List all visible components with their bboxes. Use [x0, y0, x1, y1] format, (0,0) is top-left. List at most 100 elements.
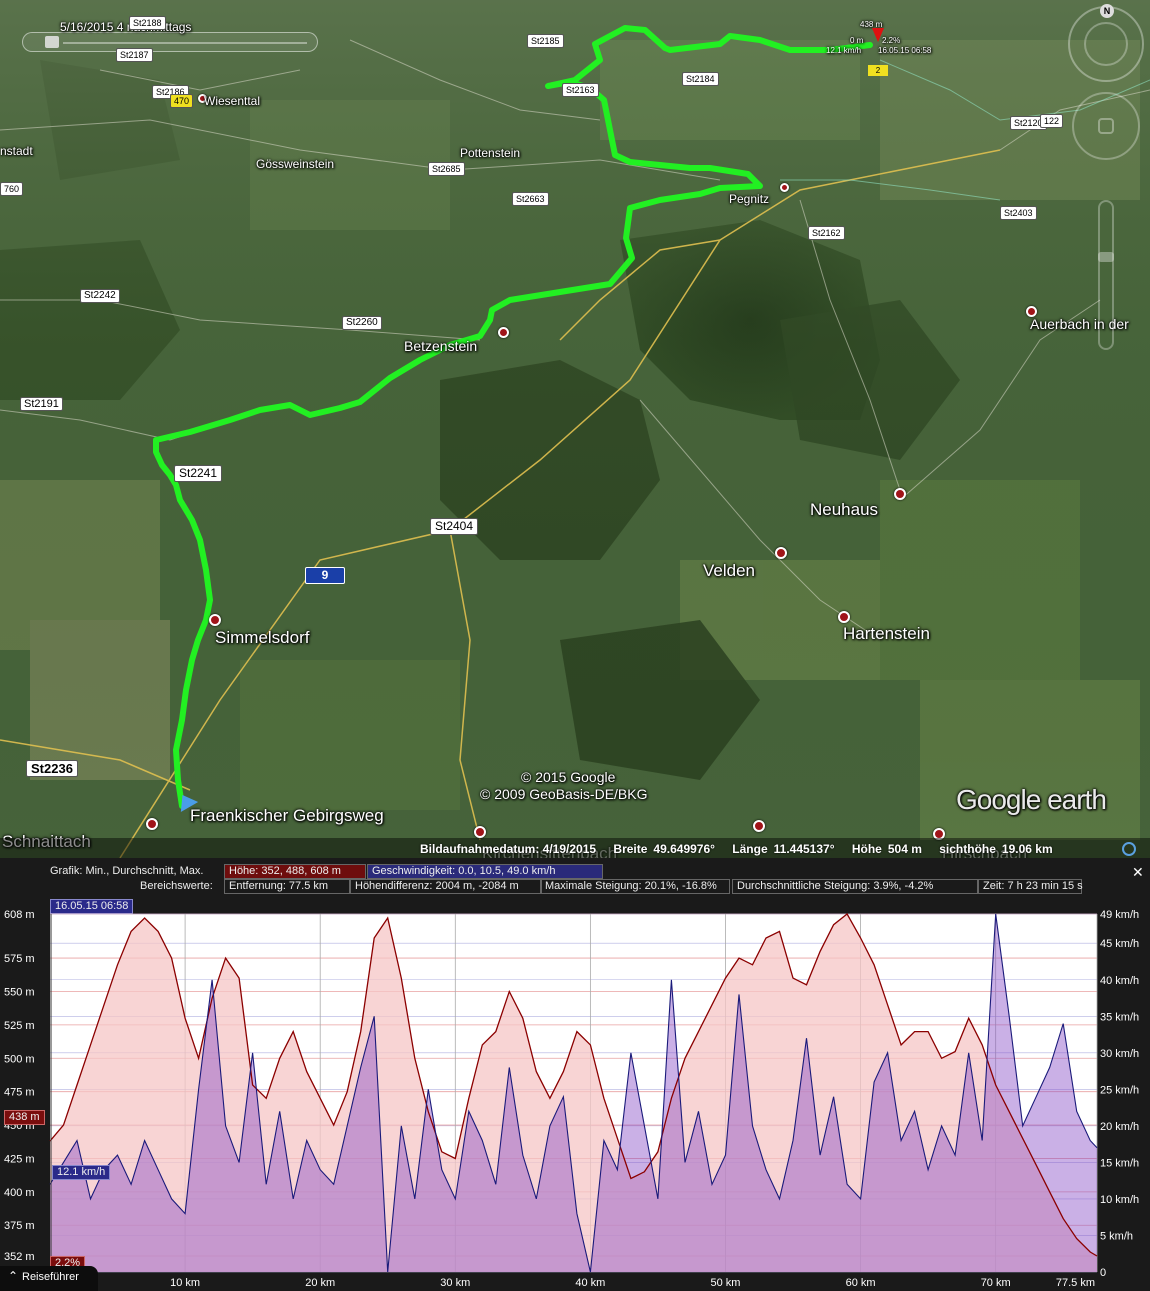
y-right-tick-label: 45 km/h — [1100, 938, 1139, 950]
look-control[interactable] — [1072, 92, 1140, 160]
y-left-tick-label: 352 m — [4, 1251, 35, 1263]
zoom-slider[interactable] — [1098, 200, 1114, 350]
google-earth-logo: Google earth — [956, 784, 1107, 815]
road-shield: St2241 — [174, 465, 223, 482]
place-label: Neuhaus — [810, 500, 879, 519]
y-right-tick-label: 35 km/h — [1100, 1011, 1139, 1023]
map-view[interactable]: 5/16/2015 4 nachmittags St2188 St2187 St… — [0, 0, 1150, 858]
place-label: Velden — [703, 561, 755, 580]
x-tick-label: 20 km — [305, 1277, 335, 1289]
status-text: Bildaufnahmedatum: 4/19/2015 Breite 49.64… — [420, 842, 1067, 856]
terrain-layer — [0, 0, 1150, 858]
height-label: Höhe — [851, 842, 882, 856]
town-pin[interactable] — [209, 614, 221, 626]
y-left-tick-label: 525 m — [4, 1020, 35, 1032]
town-pin[interactable] — [838, 611, 850, 623]
cursor-distance: 0 m — [850, 36, 864, 45]
y-right-tick-label: 15 km/h — [1100, 1157, 1139, 1169]
road-shield: St2242 — [80, 289, 120, 303]
cursor-grade: 2.2% — [882, 36, 901, 45]
place-label: Pottenstein — [460, 146, 521, 160]
town-pin[interactable] — [780, 183, 789, 192]
north-indicator: N — [1100, 4, 1114, 18]
lon-value: 11.445137° — [773, 842, 835, 856]
road-shield: 760 — [0, 182, 24, 196]
chevron-up-icon: ⌃ — [8, 1269, 19, 1283]
x-tick-label: 70 km — [981, 1277, 1011, 1289]
profile-chart[interactable]: 608 m575 m550 m525 m500 m475 m450 m425 m… — [0, 858, 1150, 1291]
place-label: Betzenstein — [404, 338, 478, 354]
town-pin[interactable] — [894, 488, 906, 500]
lat-label: Breite — [613, 842, 648, 856]
road-shield: St2162 — [808, 226, 845, 240]
y-right-tick-label: 30 km/h — [1100, 1048, 1139, 1060]
place-label: Wiesenttal — [204, 94, 261, 108]
town-pin[interactable] — [498, 327, 509, 338]
road-shield: St2185 — [527, 34, 564, 48]
place-label: Hartenstein — [843, 624, 930, 643]
compass-control[interactable]: N — [1068, 4, 1144, 82]
current-point-marker[interactable]: 438 m 0 m 2.2% 12.1 km/h 16.05.15 06:58 … — [820, 18, 940, 78]
y-left-tick-label: 375 m — [4, 1220, 35, 1232]
time-slider-track — [63, 42, 307, 44]
copyright-line-1: © 2015 Google — [521, 769, 616, 785]
time-slider-handle[interactable] — [45, 36, 59, 48]
road-shield: St2260 — [342, 316, 382, 330]
compass-ring — [1084, 22, 1128, 66]
y-left-tick-label: 475 m — [4, 1087, 35, 1099]
marker-badge: 2 — [868, 65, 888, 76]
eye-label: sichthöhe — [939, 842, 996, 856]
copyright-line-2: © 2009 GeoBasis-DE/BKG — [480, 786, 648, 802]
lat-value: 49.649976° — [653, 842, 715, 856]
road-shield: St2184 — [682, 72, 719, 86]
road-shield: St2191 — [20, 397, 63, 411]
arrow-down-icon — [872, 28, 884, 42]
track-name-label: Fraenkischer Gebirgsweg — [190, 806, 384, 825]
y-left-tick-label: 500 m — [4, 1053, 35, 1065]
x-tick-label: 77.5 km — [1056, 1277, 1095, 1289]
y-right-tick-label: 0 — [1100, 1267, 1106, 1279]
zoom-handle[interactable] — [1098, 252, 1114, 262]
town-pin[interactable] — [753, 820, 765, 832]
x-tick-label: 40 km — [575, 1277, 605, 1289]
imagery-date: Bildaufnahmedatum: 4/19/2015 — [420, 842, 597, 856]
x-tick-label: 60 km — [846, 1277, 876, 1289]
road-shield: St2236 — [26, 760, 78, 777]
time-slider[interactable] — [22, 32, 318, 52]
cursor-speed-badge: 12.1 km/h — [52, 1165, 111, 1180]
town-pin[interactable] — [474, 826, 486, 838]
y-right-tick-label: 25 km/h — [1100, 1084, 1139, 1096]
town-pin[interactable] — [775, 547, 787, 559]
y-right-tick-label: 20 km/h — [1100, 1121, 1139, 1133]
tour-guide-button[interactable]: ⌃ Reiseführer — [0, 1266, 98, 1291]
road-shield: St2404 — [430, 518, 479, 535]
road-shield: St2663 — [512, 192, 549, 206]
town-pin[interactable] — [146, 818, 158, 830]
road-shield: St2188 — [129, 16, 166, 30]
y-left-tick-label: 575 m — [4, 953, 35, 965]
hand-icon — [1098, 118, 1114, 134]
y-left-tick-label: 550 m — [4, 986, 35, 998]
x-tick-label: 30 km — [440, 1277, 470, 1289]
tour-guide-label: Reiseführer — [22, 1271, 79, 1283]
y-right-tick-label: 49 km/h — [1100, 909, 1139, 921]
eye-value: 19.06 km — [1001, 842, 1053, 856]
place-label: nstadt — [0, 144, 33, 158]
cursor-speed: 12.1 km/h — [826, 46, 862, 55]
cursor-elevation-badge: 438 m — [4, 1110, 45, 1125]
y-left-tick-label: 425 m — [4, 1153, 35, 1165]
motorway-shield: 9 — [305, 567, 345, 584]
height-value: 504 m — [887, 842, 922, 856]
y-right-tick-label: 5 km/h — [1100, 1230, 1133, 1242]
place-label: Auerbach in der — [1030, 316, 1129, 332]
y-right-tick-label: 10 km/h — [1100, 1194, 1139, 1206]
road-shield: 470 — [170, 94, 194, 108]
y-left-tick-label: 400 m — [4, 1187, 35, 1199]
google-earth-window: 5/16/2015 4 nachmittags St2188 St2187 St… — [0, 0, 1150, 1291]
road-shield: St2187 — [116, 48, 153, 62]
timestamp-label: 5/16/2015 4 nachmittags — [60, 20, 192, 34]
road-shield: 122 — [1040, 114, 1064, 128]
place-label: Simmelsdorf — [215, 628, 310, 647]
x-tick-label: 50 km — [710, 1277, 740, 1289]
lon-label: Länge — [732, 842, 768, 856]
